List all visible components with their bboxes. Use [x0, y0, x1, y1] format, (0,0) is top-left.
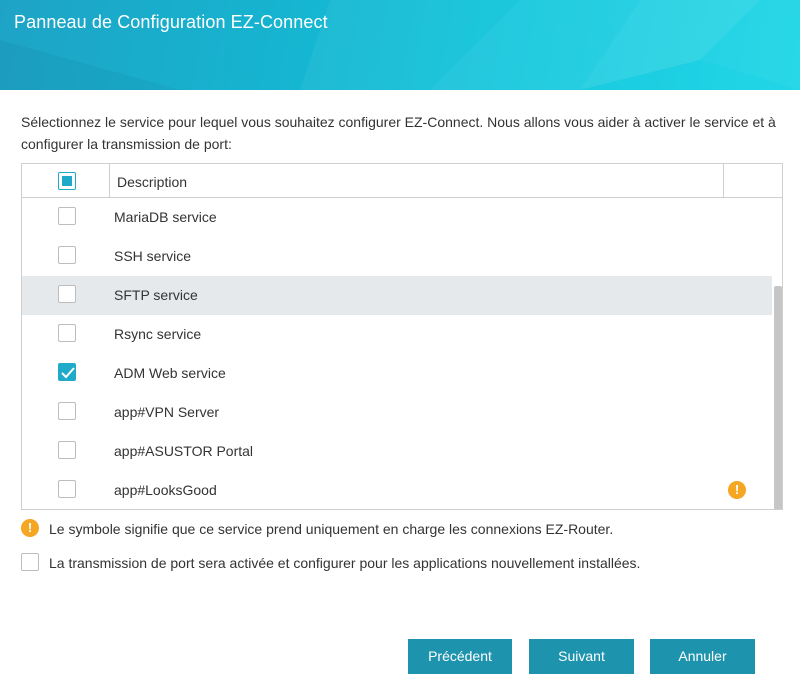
warning-icon: ! — [21, 519, 39, 537]
header-divider — [723, 164, 724, 197]
row-checkbox[interactable] — [58, 480, 76, 498]
service-label: SFTP service — [114, 287, 198, 303]
row-checkbox[interactable] — [58, 402, 76, 420]
cancel-button[interactable]: Annuler — [650, 639, 755, 674]
row-checkbox[interactable] — [58, 207, 76, 225]
row-checkbox[interactable] — [58, 246, 76, 264]
table-header: Description — [22, 164, 782, 198]
service-label: app#ASUSTOR Portal — [114, 443, 254, 459]
warning-icon: ! — [728, 481, 746, 499]
table-row[interactable]: SSH service — [22, 237, 772, 276]
table-row[interactable]: MariaDB service — [22, 198, 772, 237]
window-header: Panneau de Configuration EZ-Connect — [0, 0, 800, 90]
service-label: SSH service — [114, 248, 192, 264]
service-label: app#VPN Server — [114, 404, 220, 420]
row-checkbox[interactable] — [58, 285, 76, 303]
scrollbar-track[interactable] — [773, 198, 782, 509]
row-checkbox[interactable] — [58, 324, 76, 342]
services-table: Description MariaDB service SSH service … — [21, 163, 783, 510]
service-rows: MariaDB service SSH service SFTP service… — [22, 198, 772, 509]
table-row[interactable]: ADM Web service — [22, 354, 772, 393]
auto-forward-label: La transmission de port sera activée et … — [49, 555, 641, 571]
table-row[interactable]: Rsync service — [22, 315, 772, 354]
row-checkbox[interactable] — [58, 441, 76, 459]
checkmark-icon — [61, 367, 75, 379]
window-title: Panneau de Configuration EZ-Connect — [14, 12, 328, 32]
table-row[interactable]: app#ASUSTOR Portal — [22, 432, 772, 471]
service-label: MariaDB service — [114, 209, 217, 225]
next-button[interactable]: Suivant — [529, 639, 634, 674]
row-checkbox[interactable] — [58, 363, 76, 381]
intro-text: Sélectionnez le service pour lequel vous… — [21, 114, 776, 152]
select-all-checkbox[interactable] — [58, 172, 76, 190]
header-description: Description — [117, 174, 188, 190]
service-label: app#LooksGood — [114, 482, 217, 498]
service-label: Rsync service — [114, 326, 202, 342]
table-row[interactable]: app#LooksGood ! — [22, 471, 772, 509]
header-select-cell — [22, 164, 110, 197]
service-label: ADM Web service — [114, 365, 226, 381]
table-row[interactable]: app#VPN Server — [22, 393, 772, 432]
table-row[interactable]: SFTP service — [22, 276, 772, 315]
note-text: Le symbole signifie que ce service prend… — [49, 521, 614, 537]
auto-forward-checkbox[interactable] — [21, 553, 39, 571]
previous-button[interactable]: Précédent — [408, 639, 512, 674]
scrollbar-thumb[interactable] — [774, 286, 782, 509]
